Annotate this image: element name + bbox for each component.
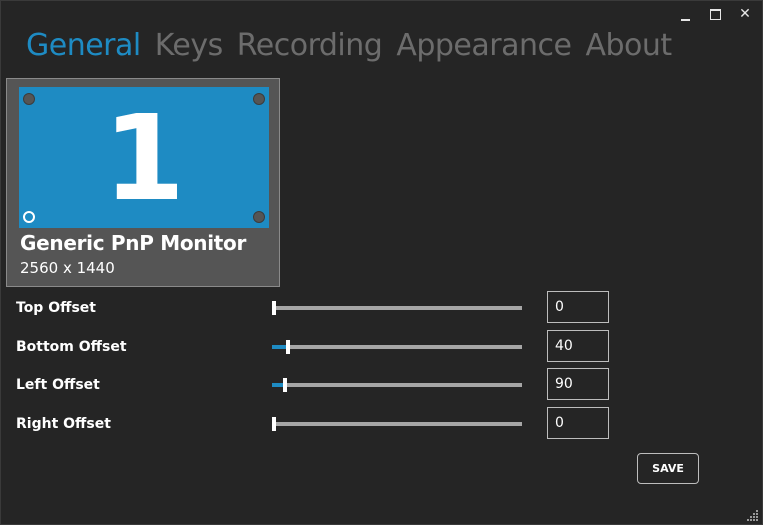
save-button[interactable]: SAVE bbox=[637, 453, 699, 484]
right-offset-input[interactable] bbox=[547, 407, 609, 439]
left-offset-slider-fill bbox=[272, 383, 283, 387]
offset-row-left: Left Offset bbox=[1, 368, 763, 402]
bottom-offset-input[interactable] bbox=[547, 330, 609, 362]
tab-recording[interactable]: Recording bbox=[237, 27, 383, 65]
tab-bar: General Keys Recording Appearance About bbox=[26, 27, 672, 65]
tab-general[interactable]: General bbox=[26, 27, 141, 65]
monitor-number: 1 bbox=[102, 89, 186, 227]
window-controls: ✕ bbox=[678, 7, 752, 21]
monitor-resolution: 2560 x 1440 bbox=[20, 259, 115, 277]
monitor-name: Generic PnP Monitor bbox=[20, 231, 247, 255]
top-offset-slider[interactable] bbox=[272, 301, 522, 315]
resize-grip-icon[interactable] bbox=[747, 509, 759, 521]
left-offset-input[interactable] bbox=[547, 368, 609, 400]
right-offset-label: Right Offset bbox=[16, 416, 111, 432]
offset-row-right: Right Offset bbox=[1, 407, 763, 441]
monitor-card[interactable]: 1 Generic PnP Monitor 2560 x 1440 bbox=[6, 78, 280, 287]
top-offset-slider-thumb[interactable] bbox=[272, 301, 276, 315]
offset-row-top: Top Offset bbox=[1, 291, 763, 325]
maximize-icon[interactable] bbox=[708, 7, 722, 21]
left-offset-label: Left Offset bbox=[16, 377, 100, 393]
corner-bottom-right-radio[interactable] bbox=[253, 211, 265, 223]
bottom-offset-slider[interactable] bbox=[272, 340, 522, 354]
close-icon[interactable]: ✕ bbox=[738, 7, 752, 21]
monitor-screen: 1 bbox=[19, 87, 269, 228]
right-offset-slider[interactable] bbox=[272, 417, 522, 431]
minimize-icon[interactable] bbox=[678, 7, 692, 21]
offset-row-bottom: Bottom Offset bbox=[1, 330, 763, 364]
corner-bottom-left-radio[interactable] bbox=[23, 211, 35, 223]
tab-keys[interactable]: Keys bbox=[155, 27, 224, 65]
right-offset-slider-thumb[interactable] bbox=[272, 417, 276, 431]
bottom-offset-slider-thumb[interactable] bbox=[286, 340, 290, 354]
top-offset-input[interactable] bbox=[547, 291, 609, 323]
top-offset-label: Top Offset bbox=[16, 300, 96, 316]
bottom-offset-slider-fill bbox=[272, 345, 286, 349]
left-offset-slider-thumb[interactable] bbox=[283, 378, 287, 392]
settings-window: ✕ General Keys Recording Appearance Abou… bbox=[0, 0, 763, 525]
left-offset-slider[interactable] bbox=[272, 378, 522, 392]
corner-top-left-radio[interactable] bbox=[23, 93, 35, 105]
tab-about[interactable]: About bbox=[585, 27, 672, 65]
corner-top-right-radio[interactable] bbox=[253, 93, 265, 105]
tab-appearance[interactable]: Appearance bbox=[396, 27, 572, 65]
bottom-offset-label: Bottom Offset bbox=[16, 339, 127, 355]
